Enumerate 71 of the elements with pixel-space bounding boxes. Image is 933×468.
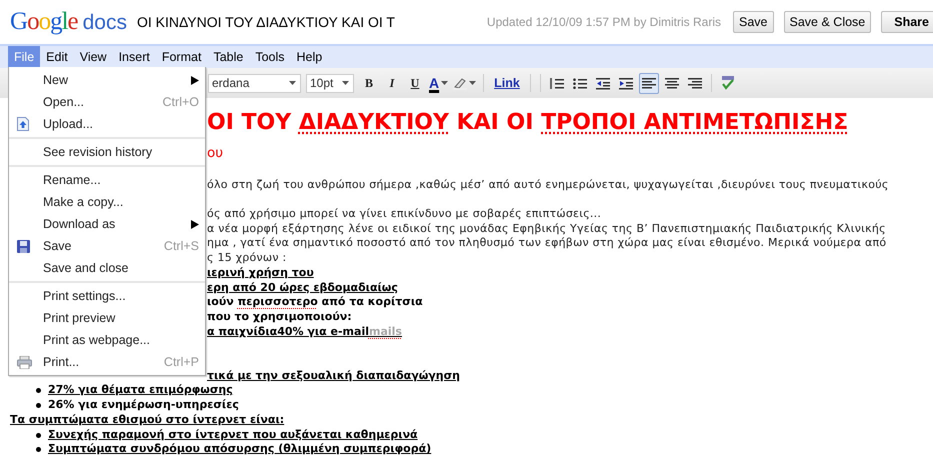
upload-icon <box>17 117 29 131</box>
document-text: που το χρησιμοποιούν: <box>207 310 353 325</box>
document-text: ημα , γατί ένα σημαντικό ποσοστό από τον πληθυσμό των εφήβων στη χώρα μας είναι εθισμένο. Μερικά νούμερα από <box>207 236 888 252</box>
align-left-icon <box>642 77 656 89</box>
text-color-button[interactable]: A <box>428 72 450 94</box>
caret-icon <box>441 81 448 85</box>
document-text: α παιχνίδια40% για e-mailmails <box>207 324 403 340</box>
menu-item[interactable]: Upload... <box>9 113 205 135</box>
menu-bar-item[interactable]: Help <box>290 46 328 68</box>
document-text: Τα συμπτώματα εθισμού στο ίντερνετ είναι: <box>10 412 286 428</box>
menu-bar-item[interactable]: View <box>74 46 113 68</box>
caret-icon <box>469 81 476 85</box>
menu-item[interactable]: Save and close <box>9 257 205 279</box>
document-text: ερη από 20 ώρες εβδομαδιαίως <box>207 280 399 296</box>
link-button[interactable]: Link <box>490 76 524 90</box>
menu-item[interactable]: Make a copy... <box>9 191 205 213</box>
share-button[interactable]: Share <box>881 11 933 33</box>
document-text: τικά με την σεξουαλική διαπαιδαγώγηση <box>207 368 462 384</box>
bullet-item: 27% για θέματα επιμόρφωσης <box>48 383 933 398</box>
menu-item[interactable]: Rename... <box>9 169 205 191</box>
menu-bar-item[interactable]: Table <box>207 46 250 68</box>
align-left-button[interactable] <box>638 72 659 94</box>
caret-icon <box>289 81 296 85</box>
menu-item[interactable]: Open... Ctrl+O <box>9 91 205 113</box>
align-right-icon <box>688 77 702 89</box>
bullet-icon <box>36 403 41 408</box>
font-dropdown[interactable]: erdana <box>208 74 301 92</box>
bullet-item: Συνεχής παραμονή στο ίντερνετ που αυξάνεται καθημερινά <box>48 428 933 442</box>
menu-item[interactable]: New <box>9 69 205 91</box>
menu-bar-item[interactable]: Edit <box>40 46 74 68</box>
menu-item[interactable]: Download as <box>9 213 205 235</box>
indent-icon <box>618 76 633 90</box>
document-title: ΟΙ ΤΟΥ ΔΙΑΔΥΚΤΙΟΥ ΚΑΙ ΟΙ ΤΡΟΠΟΙ ΑΝΤΙΜΕΤΩΠΙΣΗΣ <box>207 109 850 137</box>
menu-item[interactable]: Save Ctrl+S <box>9 235 205 257</box>
outdent-icon <box>596 76 610 90</box>
document-text: ιούν περισσοτερο από τα κορίτσια <box>207 295 424 310</box>
document-text: όλο στη ζωή του ανθρώπου σήμερα ,καθώς μέσ’ από αυτό ενημερώνεται, ψυχαγωγείται ,διευρύνει τους πνευματικούς <box>207 178 890 192</box>
bullet-item: Συμπτώματα συνδρόμου απόσυρσης (θλιμμένη συμπεριφορά) <box>48 442 933 457</box>
document-text: α νέα μορφή εξάρτησης λένε οι ειδικοί της μονάδας Εφηβικής Υγείας της Β’ Πανεπιστημιακής Παιδιατρικής Κλινικής <box>207 222 887 236</box>
printer-icon <box>17 356 32 368</box>
font-size-dropdown[interactable]: 10pt <box>306 74 354 92</box>
last-updated-text: Updated 12/10/09 1:57 PM by Dimitris Raris <box>486 15 722 29</box>
highlighter-icon <box>453 76 468 90</box>
caret-icon <box>342 81 349 85</box>
align-center-icon <box>664 77 679 89</box>
menu-item[interactable]: Print as webpage... <box>9 329 205 351</box>
menu-item[interactable]: Print settings... <box>9 285 205 307</box>
menu-item[interactable]: See revision history <box>9 141 205 163</box>
document-text: ός από χρήσιμο μπορεί να γίνει επικίνδυνο με σοβαρές επιπτώσεις... <box>207 207 602 222</box>
header-button[interactable]: Save <box>733 11 774 33</box>
menu-item[interactable]: Print... Ctrl+P <box>9 351 205 373</box>
document-name[interactable]: ΟΙ ΚΙΝΔΥΝΟΙ ΤΟΥ ΔΙΑΔΥΚΤΙΟΥ ΚΑΙ ΟΙ Τ <box>136 14 395 30</box>
numbered-list-icon <box>550 76 564 90</box>
document-text: ς 15 χρόνων : <box>207 251 288 266</box>
bold-button[interactable]: B <box>359 72 379 94</box>
document-text: ιερινή χρήση του <box>207 266 315 281</box>
bullet-icon <box>36 447 41 452</box>
app-logo: Google docs <box>10 8 127 36</box>
bulleted-list-icon <box>572 76 587 90</box>
document-subtitle: ου <box>207 144 224 163</box>
spellcheck-icon <box>720 76 735 90</box>
italic-button[interactable]: I <box>382 72 402 94</box>
bullet-icon <box>36 388 41 394</box>
menu-bar-item[interactable]: Insert <box>112 46 156 68</box>
menu-bar-item[interactable]: Tools <box>249 46 291 68</box>
underline-button[interactable]: U <box>405 72 425 94</box>
menu-item[interactable]: Print preview <box>9 307 205 329</box>
menu-bar-item[interactable]: Format <box>156 46 208 68</box>
header-button[interactable]: Save & Close <box>784 11 872 33</box>
bullet-icon <box>36 432 41 438</box>
bullet-item: 26% για ενημέρωση-υπηρεσίες <box>48 398 933 413</box>
